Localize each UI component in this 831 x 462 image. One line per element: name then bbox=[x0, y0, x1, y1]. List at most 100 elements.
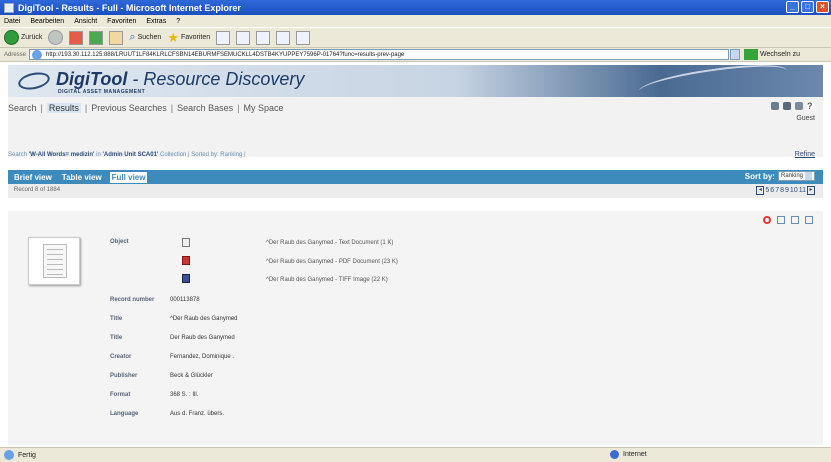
refine-link[interactable]: Refine bbox=[795, 151, 815, 158]
nav-links: Search | Results | Previous Searches | S… bbox=[8, 103, 284, 113]
tab-brief-view[interactable]: Brief view bbox=[12, 172, 54, 183]
language-value: Aus d. Franz. übers. bbox=[170, 411, 225, 417]
record-thumbnail[interactable] bbox=[28, 237, 80, 285]
title-label: Title bbox=[110, 316, 123, 322]
nav-search[interactable]: Search bbox=[8, 103, 37, 113]
favorites-button[interactable]: ★ Favoriten bbox=[167, 31, 210, 44]
nav-icons: ? bbox=[771, 102, 815, 111]
forward-button[interactable] bbox=[48, 30, 64, 45]
page-5[interactable]: 5 bbox=[765, 187, 769, 194]
sort-control: Sort by: Ranking bbox=[745, 171, 815, 181]
home-icon[interactable] bbox=[109, 30, 124, 45]
page-8[interactable]: 8 bbox=[780, 187, 784, 194]
tab-table-view[interactable]: Table view bbox=[60, 172, 104, 183]
nav-previous-searches[interactable]: Previous Searches bbox=[91, 103, 167, 113]
nav-separator: | bbox=[84, 103, 88, 113]
address-bar: Adresse http://193.30.112.125:888/LRUUT1… bbox=[0, 48, 831, 62]
sort-label: Sort by: bbox=[744, 171, 775, 181]
page-11[interactable]: 11 bbox=[799, 187, 806, 194]
help-icon[interactable]: ? bbox=[807, 102, 815, 111]
main-nav: Search | Results | Previous Searches | S… bbox=[8, 97, 823, 158]
menu-view[interactable]: Ansicht bbox=[74, 18, 97, 25]
sort-select[interactable]: Ranking bbox=[777, 171, 815, 181]
menu-file[interactable]: Datei bbox=[4, 18, 20, 25]
refresh-icon[interactable] bbox=[89, 30, 104, 45]
title-value: Der Raub des Ganymed bbox=[170, 335, 235, 341]
tab-full-view[interactable]: Full view bbox=[109, 171, 148, 183]
nav-separator: | bbox=[170, 103, 174, 113]
go-arrow-icon[interactable] bbox=[744, 49, 759, 60]
record-actions bbox=[763, 216, 813, 224]
page-10[interactable]: 10 bbox=[790, 187, 798, 194]
print-icon[interactable] bbox=[256, 30, 271, 45]
remove-icon[interactable] bbox=[763, 216, 771, 224]
maximize-button[interactable]: □ bbox=[801, 1, 814, 13]
basket-icon[interactable] bbox=[805, 216, 813, 224]
save-icon[interactable] bbox=[795, 102, 803, 110]
chevron-down-icon bbox=[805, 172, 812, 180]
nav-search-bases[interactable]: Search Bases bbox=[177, 103, 233, 113]
format-value: 368 S. : Ill. bbox=[170, 392, 199, 398]
page-6[interactable]: 6 bbox=[770, 187, 774, 194]
window-title-bar: DigiTool - Results - Full - Microsoft In… bbox=[0, 0, 831, 15]
user-name: Guest bbox=[796, 115, 815, 122]
edit-icon[interactable] bbox=[276, 30, 291, 45]
creator-label: Creator bbox=[110, 354, 132, 360]
page-icon bbox=[32, 50, 43, 59]
object-link-tiff[interactable]: ^Der Raub des Ganymed - TIFF Image (22 K… bbox=[266, 277, 388, 283]
search-button[interactable]: ⌕ Suchen bbox=[129, 31, 161, 44]
close-button[interactable]: × bbox=[816, 1, 829, 13]
mail-icon[interactable] bbox=[236, 30, 251, 45]
search-suffix: Collection | Sorted by: Ranking | bbox=[158, 152, 246, 158]
pdf-document-icon[interactable] bbox=[182, 256, 190, 265]
address-dropdown-icon[interactable] bbox=[730, 49, 741, 60]
email-icon[interactable] bbox=[791, 216, 799, 224]
minimize-button[interactable]: _ bbox=[786, 1, 799, 13]
next-page-icon[interactable]: ▸ bbox=[807, 186, 815, 195]
back-label: Zurück bbox=[21, 34, 43, 41]
nav-results[interactable]: Results bbox=[46, 103, 81, 113]
status-page-icon bbox=[4, 450, 14, 460]
nav-separator: | bbox=[237, 103, 240, 113]
record-detail: Object ^Der Raub des Ganymed - Text Docu… bbox=[8, 211, 823, 445]
document-thumbnail-icon bbox=[43, 244, 67, 278]
language-label: Language bbox=[110, 411, 139, 417]
prev-page-icon[interactable]: ◂ bbox=[756, 186, 765, 195]
save-record-icon[interactable] bbox=[777, 216, 785, 224]
brand-tagline: - Resource Discovery bbox=[127, 69, 305, 89]
text-document-icon[interactable] bbox=[182, 238, 190, 247]
go-button[interactable]: Wechseln zu bbox=[760, 51, 800, 58]
record-bar: Record 8 of 1884 ◂ 5 6 7 8 9 10 11 ▸ bbox=[8, 184, 823, 198]
menu-favorites[interactable]: Favoriten bbox=[107, 18, 136, 25]
lock-icon[interactable] bbox=[783, 102, 791, 110]
folder-icon[interactable] bbox=[296, 30, 311, 45]
object-link-text[interactable]: ^Der Raub des Ganymed - Text Document (1… bbox=[266, 240, 393, 246]
ie-app-icon bbox=[4, 2, 14, 13]
page-content: DigiTool - Resource Discovery DIGITAL AS… bbox=[8, 58, 823, 445]
digitool-logo-icon bbox=[16, 69, 52, 93]
object-link-pdf[interactable]: ^Der Raub des Ganymed - PDF Document (23… bbox=[266, 259, 398, 265]
stop-icon[interactable] bbox=[69, 30, 84, 45]
brand-title: DigiTool - Resource Discovery bbox=[56, 69, 304, 90]
history-icon[interactable] bbox=[216, 30, 231, 45]
pagination: ◂ 5 6 7 8 9 10 11 ▸ bbox=[756, 186, 815, 195]
menu-bar: Datei Bearbeiten Ansicht Favoriten Extra… bbox=[0, 15, 831, 27]
window-controls: _ □ × bbox=[786, 1, 829, 13]
page-9[interactable]: 9 bbox=[785, 187, 789, 194]
status-bar: Fertig Internet bbox=[0, 447, 831, 462]
record-number-label: Record number bbox=[110, 297, 155, 303]
back-arrow-icon bbox=[4, 30, 19, 45]
menu-tools[interactable]: Extras bbox=[146, 18, 166, 25]
nav-separator: | bbox=[40, 103, 43, 113]
security-zone: Internet bbox=[610, 450, 647, 459]
page-7[interactable]: 7 bbox=[775, 187, 779, 194]
globe-icon[interactable] bbox=[771, 102, 779, 110]
title-value: ^Der Raub des Ganymed bbox=[170, 316, 238, 322]
back-button[interactable]: Zurück bbox=[4, 30, 42, 45]
nav-my-space[interactable]: My Space bbox=[244, 103, 284, 113]
tiff-image-icon[interactable] bbox=[182, 274, 190, 283]
menu-edit[interactable]: Bearbeiten bbox=[30, 18, 64, 25]
address-input[interactable]: http://193.30.112.125:888/LRUUT1LF84KLRL… bbox=[29, 49, 730, 60]
zone-label: Internet bbox=[623, 451, 647, 458]
menu-help[interactable]: ? bbox=[176, 18, 180, 25]
